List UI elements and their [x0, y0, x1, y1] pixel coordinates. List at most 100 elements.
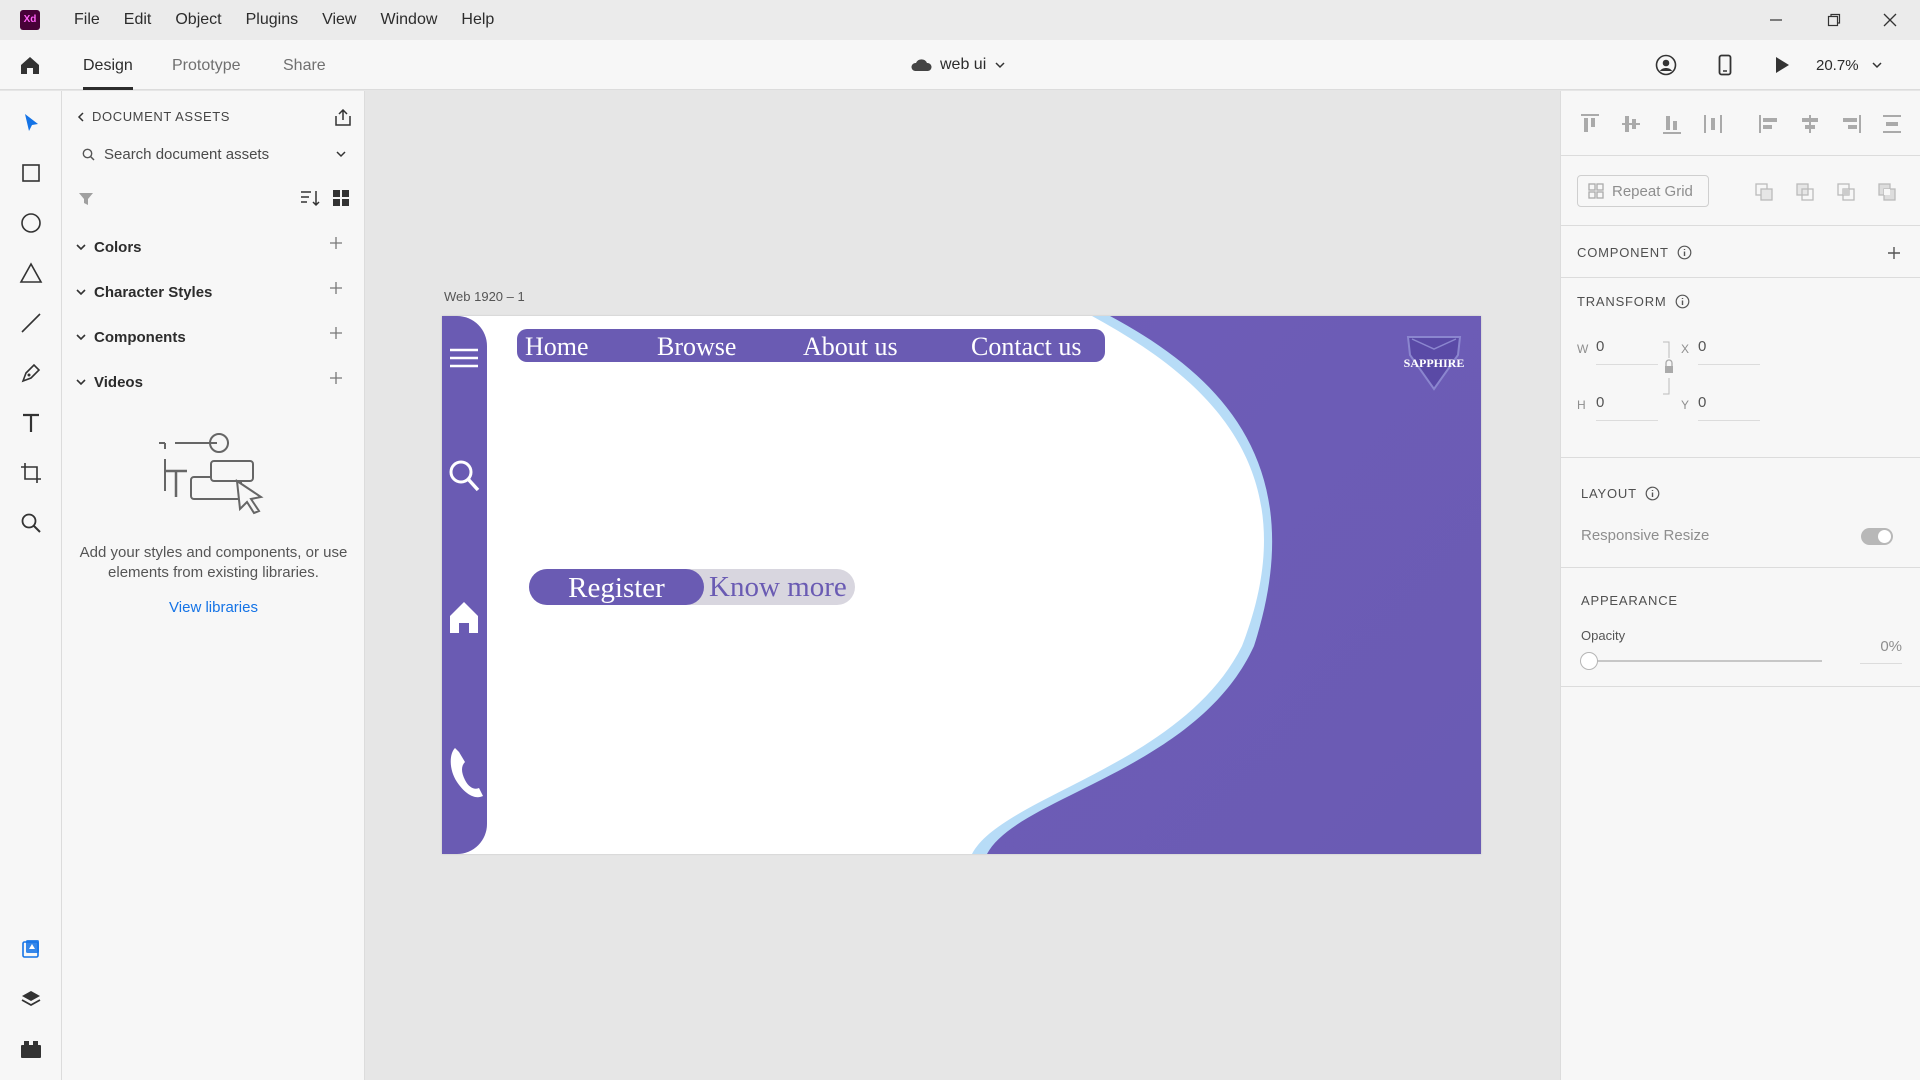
height-input[interactable]: 0: [1596, 394, 1658, 421]
assets-header[interactable]: DOCUMENT ASSETS: [76, 109, 230, 124]
top-nav-bar: Home Browse About us Contact us: [517, 329, 1105, 362]
menu-object[interactable]: Object: [163, 0, 233, 40]
menu-view[interactable]: View: [310, 0, 368, 40]
component-title: COMPONENT: [1577, 245, 1669, 260]
polygon-tool[interactable]: [16, 258, 46, 288]
search-icon[interactable]: [447, 457, 481, 493]
distribute-vertical-icon[interactable]: [1881, 113, 1903, 135]
chevron-down-icon: [76, 334, 86, 341]
invite-user-button[interactable]: [1652, 52, 1680, 78]
grid-view-icon[interactable]: [332, 189, 350, 207]
add-video-icon[interactable]: [329, 371, 343, 385]
section-character-styles-label: Character Styles: [94, 283, 213, 301]
boolean-exclude-icon[interactable]: [1877, 182, 1897, 202]
plugins-panel-button[interactable]: [16, 1034, 46, 1064]
hamburger-menu-icon[interactable]: [447, 346, 481, 370]
nav-link-about-us[interactable]: About us: [803, 329, 898, 362]
opacity-input[interactable]: 0%: [1860, 638, 1902, 664]
x-input[interactable]: 0: [1698, 338, 1760, 365]
close-button[interactable]: [1862, 0, 1918, 40]
artboard-label[interactable]: Web 1920 – 1: [444, 289, 525, 304]
menu-window[interactable]: Window: [368, 0, 449, 40]
rectangle-tool[interactable]: [16, 158, 46, 188]
home-icon[interactable]: [447, 599, 481, 635]
select-tool[interactable]: [16, 108, 46, 138]
minimize-button[interactable]: [1748, 0, 1804, 40]
sort-icon[interactable]: [300, 189, 320, 207]
nav-link-browse[interactable]: Browse: [657, 329, 736, 362]
section-character-styles[interactable]: Character Styles: [76, 280, 351, 304]
section-colors[interactable]: Colors: [76, 235, 351, 259]
zoom-dropdown[interactable]: 20.7%: [1816, 52, 1883, 78]
opacity-slider-track[interactable]: [1589, 660, 1822, 662]
view-libraries-link[interactable]: View libraries: [76, 599, 351, 616]
restore-button[interactable]: [1806, 0, 1862, 40]
desktop-preview-button[interactable]: [1768, 52, 1796, 78]
zoom-tool[interactable]: [16, 508, 46, 538]
chevron-down-icon: [76, 289, 86, 296]
boolean-add-icon[interactable]: [1754, 182, 1774, 202]
info-icon[interactable]: [1645, 486, 1660, 501]
mobile-device-icon: [1718, 54, 1732, 76]
component-section: COMPONENT: [1561, 226, 1920, 278]
opacity-label: Opacity: [1581, 628, 1626, 643]
layers-panel-button[interactable]: [16, 984, 46, 1014]
info-icon[interactable]: [1675, 294, 1690, 309]
nav-link-home[interactable]: Home: [525, 329, 589, 362]
menu-help[interactable]: Help: [449, 0, 506, 40]
menu-plugins[interactable]: Plugins: [234, 0, 310, 40]
nav-link-contact-us[interactable]: Contact us: [971, 329, 1082, 362]
assets-search-input[interactable]: Search document assets: [76, 141, 351, 167]
distribute-horizontal-icon[interactable]: [1702, 113, 1724, 135]
opacity-slider-handle[interactable]: [1580, 652, 1598, 670]
align-top-icon[interactable]: [1579, 113, 1601, 135]
lock-aspect-icon[interactable]: [1662, 340, 1676, 396]
info-icon[interactable]: [1677, 245, 1692, 260]
ellipse-tool[interactable]: [16, 208, 46, 238]
boolean-subtract-icon[interactable]: [1795, 182, 1815, 202]
boolean-intersect-icon[interactable]: [1836, 182, 1856, 202]
repeat-grid-button[interactable]: Repeat Grid: [1577, 175, 1709, 207]
device-preview-button[interactable]: [1711, 52, 1739, 78]
register-button[interactable]: Register: [529, 569, 704, 605]
tab-share[interactable]: Share: [283, 40, 326, 90]
brand-name: SAPPHIRE: [1403, 356, 1465, 370]
export-assets-button[interactable]: [332, 107, 354, 129]
artboard-tool[interactable]: [16, 458, 46, 488]
section-videos[interactable]: Videos: [76, 370, 351, 394]
transform-title: TRANSFORM: [1577, 294, 1667, 309]
know-more-button[interactable]: Know more: [707, 569, 855, 605]
home-button[interactable]: [14, 51, 46, 79]
share-export-icon: [335, 109, 351, 126]
menu-edit[interactable]: Edit: [112, 0, 164, 40]
pen-tool[interactable]: [16, 358, 46, 388]
align-middle-icon[interactable]: [1620, 113, 1642, 135]
tab-design[interactable]: Design: [83, 40, 133, 90]
phone-icon[interactable]: [447, 744, 485, 800]
plugins-icon: [21, 1041, 41, 1058]
responsive-resize-toggle[interactable]: [1861, 528, 1893, 545]
menu-file[interactable]: File: [62, 0, 112, 40]
add-character-style-icon[interactable]: [329, 281, 343, 295]
assets-panel-button[interactable]: [16, 934, 46, 964]
line-tool[interactable]: [16, 308, 46, 338]
align-bottom-icon[interactable]: [1661, 113, 1683, 135]
add-color-icon[interactable]: [329, 236, 343, 250]
tab-prototype[interactable]: Prototype: [172, 40, 240, 90]
width-input[interactable]: 0: [1596, 338, 1658, 365]
align-center-icon[interactable]: [1799, 113, 1821, 135]
section-components[interactable]: Components: [76, 325, 351, 349]
y-input[interactable]: 0: [1698, 394, 1760, 421]
align-left-icon[interactable]: [1758, 113, 1780, 135]
artboard[interactable]: Home Browse About us Contact us SAPPHIRE…: [442, 316, 1481, 854]
text-tool[interactable]: [16, 408, 46, 438]
filter-icon[interactable]: [78, 191, 94, 207]
add-component-icon[interactable]: [1887, 246, 1901, 260]
align-right-icon[interactable]: [1840, 113, 1862, 135]
tool-rail: [0, 91, 62, 1080]
chevron-down-icon: [1872, 62, 1882, 69]
document-title-dropdown[interactable]: web ui: [910, 52, 1006, 78]
width-label: W: [1577, 342, 1589, 356]
menu-items: File Edit Object Plugins View Window Hel…: [62, 0, 506, 40]
add-component-icon[interactable]: [329, 326, 343, 340]
